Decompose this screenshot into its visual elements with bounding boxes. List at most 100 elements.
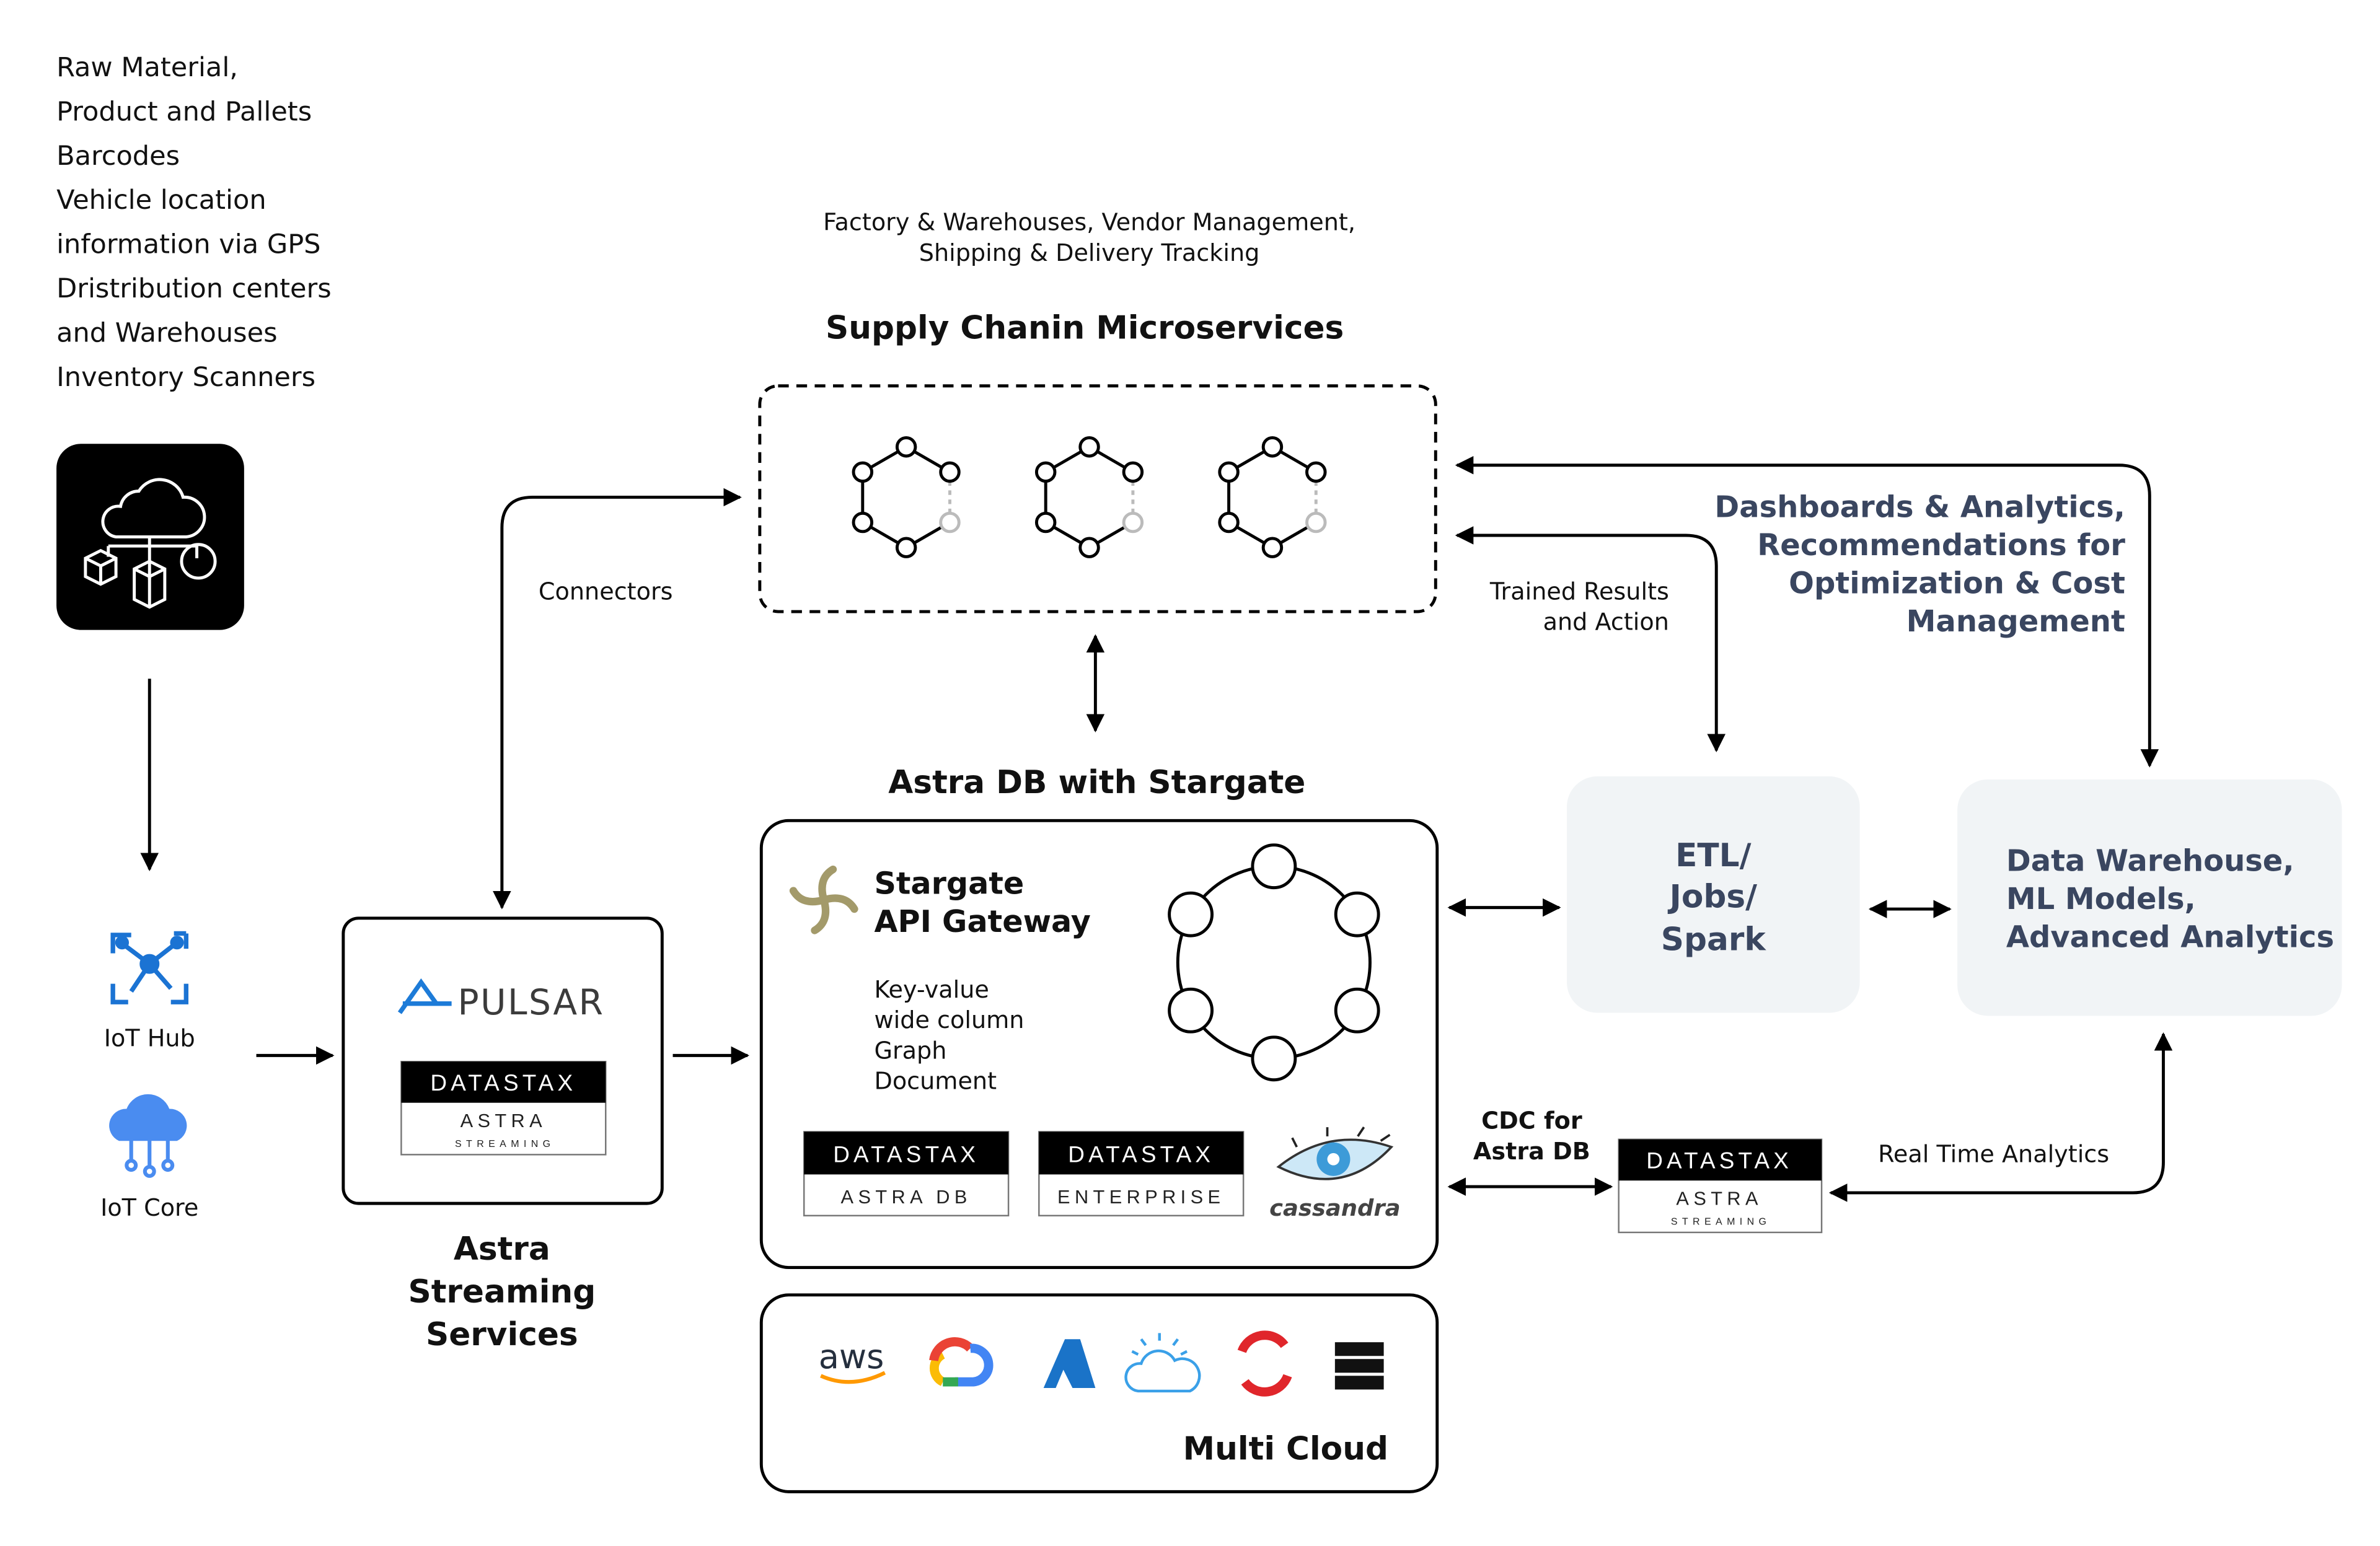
dashboards-label: Management	[1906, 604, 2125, 639]
iot-hub-icon	[110, 931, 189, 1004]
on-prem-server-icon	[1334, 1342, 1384, 1390]
cluster-node	[1334, 891, 1380, 938]
diagram-canvas: Raw Material, Product and Pallets Barcod…	[56, 52, 2342, 1493]
dashboards-label: Recommendations for	[1757, 528, 2125, 563]
ring-node	[1078, 436, 1100, 458]
ring-node	[1218, 461, 1240, 483]
ring-node	[1122, 511, 1144, 534]
connectors-arrow	[493, 488, 742, 910]
badge-brand: DATASTAX	[1068, 1142, 1214, 1167]
streaming-title: Astra	[454, 1231, 550, 1268]
badge-sub: STREAMING	[1671, 1217, 1771, 1228]
source-line: Vehicle location	[56, 185, 267, 216]
warehouse-label: ML Models,	[2006, 882, 2196, 916]
cdc-label: Astra DB	[1473, 1138, 1590, 1165]
cdc-astra-streaming-badge: DATASTAX ASTRA STREAMING	[1618, 1138, 1823, 1234]
pulsar-label: PULSAR	[457, 982, 604, 1023]
etl-box: ETL/ Jobs/ Spark	[1566, 776, 1860, 1013]
cluster-node	[1334, 987, 1380, 1034]
badge-product: ASTRA	[1676, 1188, 1762, 1210]
datastax-enterprise-badge: DATASTAX ENTERPRISE	[1038, 1131, 1245, 1217]
astradb-title: Astra DB with Stargate	[888, 764, 1305, 801]
ring-node	[1218, 511, 1240, 534]
ring-node	[895, 537, 917, 558]
microservice-ring-icon	[1034, 436, 1144, 558]
microservice-rings	[852, 436, 1327, 558]
trained-results-label: Trained Results	[1489, 578, 1669, 605]
badge-product: ENTERPRISE	[1057, 1186, 1225, 1208]
microservice-ring-icon	[852, 436, 961, 558]
source-line: Product and Pallets	[56, 96, 312, 127]
ring-node	[1305, 461, 1327, 483]
cdc-label: CDC for	[1481, 1107, 1582, 1135]
cluster-node	[1168, 987, 1214, 1034]
architecture-diagram: Raw Material, Product and Pallets Barcod…	[0, 0, 2380, 1546]
source-line: information via GPS	[56, 229, 320, 260]
trained-results-arrow	[1455, 526, 1726, 753]
etl-label: ETL/	[1675, 837, 1752, 874]
badge-brand: DATASTAX	[833, 1142, 979, 1167]
ring-node	[1034, 511, 1057, 534]
source-line: Barcodes	[56, 141, 180, 172]
ring-node	[852, 461, 874, 483]
source-line: Dristribution centers	[56, 273, 332, 304]
iot-cloud-devices-icon	[56, 444, 244, 630]
iot-core-icon	[109, 1094, 187, 1178]
gateway-title: API Gateway	[874, 903, 1090, 939]
ring-node	[895, 436, 917, 458]
datastax-brand: DATASTAX	[430, 1070, 576, 1096]
ring-node	[1261, 537, 1284, 558]
warehouse-label: Advanced Analytics	[2006, 920, 2334, 955]
ring-node	[939, 461, 961, 483]
streaming-title: Services	[426, 1316, 578, 1353]
streaming-sub: STREAMING	[455, 1139, 555, 1149]
microservices-caption: Shipping & Delivery Tracking	[919, 239, 1260, 266]
data-sources-list: Raw Material, Product and Pallets Barcod…	[56, 52, 332, 393]
data-model: wide column	[874, 1006, 1024, 1034]
datastax-astradb-badge: DATASTAX ASTRA DB	[803, 1131, 1010, 1217]
warehouse-label: Data Warehouse,	[2006, 844, 2294, 879]
cluster-node	[1251, 843, 1297, 890]
source-line: and Warehouses	[56, 317, 277, 348]
ring-node	[1305, 511, 1327, 534]
cluster-node	[1251, 1035, 1297, 1082]
data-model: Key-value	[874, 976, 989, 1003]
connectors-label: Connectors	[539, 578, 673, 605]
aws-icon: aws	[819, 1337, 886, 1384]
microservice-ring-icon	[1218, 436, 1327, 558]
iot-hub-label: IoT Hub	[104, 1025, 195, 1052]
badge-brand: DATASTAX	[1646, 1148, 1792, 1174]
multi-cloud-box: aws Multi Cloud	[759, 1293, 1439, 1493]
microservices-title: Supply Chanin Microservices	[826, 309, 1344, 346]
ring-node	[1122, 461, 1144, 483]
multi-cloud-title: Multi Cloud	[1183, 1431, 1388, 1468]
astra-streaming-box: PULSAR DATASTAX ASTRA STREAMING	[342, 916, 664, 1205]
dashboards-label: Dashboards & Analytics,	[1714, 490, 2125, 524]
data-model: Document	[874, 1068, 997, 1095]
streaming-title: Streaming	[408, 1273, 596, 1311]
ring-node	[852, 511, 874, 534]
real-time-analytics-label: Real Time Analytics	[1878, 1141, 2109, 1168]
microservices-caption: Factory & Warehouses, Vendor Management,	[823, 209, 1355, 236]
ring-node	[1034, 461, 1057, 483]
trained-results-label: and Action	[1543, 608, 1669, 636]
etl-label: Spark	[1661, 921, 1767, 959]
badge-product: ASTRA DB	[841, 1186, 972, 1208]
data-model: Graph	[874, 1037, 946, 1064]
gateway-title: Stargate	[874, 865, 1024, 901]
aws-label: aws	[819, 1337, 884, 1376]
ring-node	[1078, 537, 1100, 558]
astra-product: ASTRA	[461, 1110, 547, 1131]
real-time-analytics-arrow	[1828, 1032, 2173, 1202]
source-line: Raw Material,	[56, 52, 238, 83]
source-line: Inventory Scanners	[56, 362, 315, 393]
astradb-box: Stargate API Gateway Key-value wide colu…	[759, 819, 1439, 1269]
cluster-node	[1168, 891, 1214, 938]
etl-label: Jobs/	[1668, 879, 1758, 916]
cassandra-label: cassandra	[1269, 1195, 1400, 1221]
ring-node	[939, 511, 961, 534]
data-warehouse-box: Data Warehouse, ML Models, Advanced Anal…	[1957, 779, 2342, 1016]
ring-node	[1261, 436, 1284, 458]
dashboards-label: Optimization & Cost	[1789, 566, 2125, 601]
iot-core-label: IoT Core	[100, 1194, 198, 1221]
